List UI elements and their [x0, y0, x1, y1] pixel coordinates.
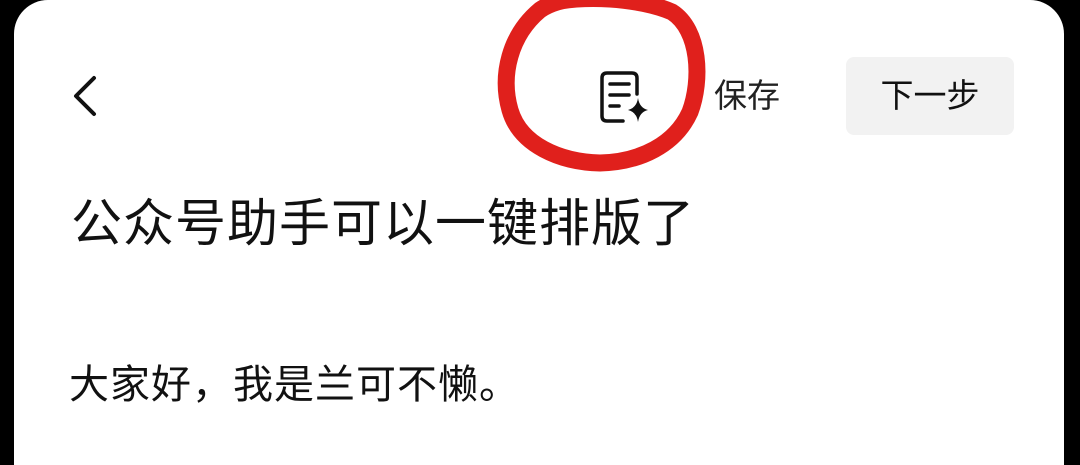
editor-screen: 保存 下一步 公众号助手可以一键排版了 大家好，我是兰可不懒。: [14, 0, 1064, 465]
back-button[interactable]: [68, 70, 108, 122]
document-sparkle-icon: [600, 71, 648, 123]
chevron-left-icon: [74, 76, 96, 116]
next-step-button[interactable]: 下一步: [846, 57, 1014, 135]
article-title[interactable]: 公众号助手可以一键排版了: [71, 190, 695, 260]
one-click-format-button[interactable]: [597, 68, 653, 126]
article-body-text[interactable]: 大家好，我是兰可不懒。: [69, 355, 520, 415]
save-button[interactable]: 保存: [714, 74, 780, 118]
